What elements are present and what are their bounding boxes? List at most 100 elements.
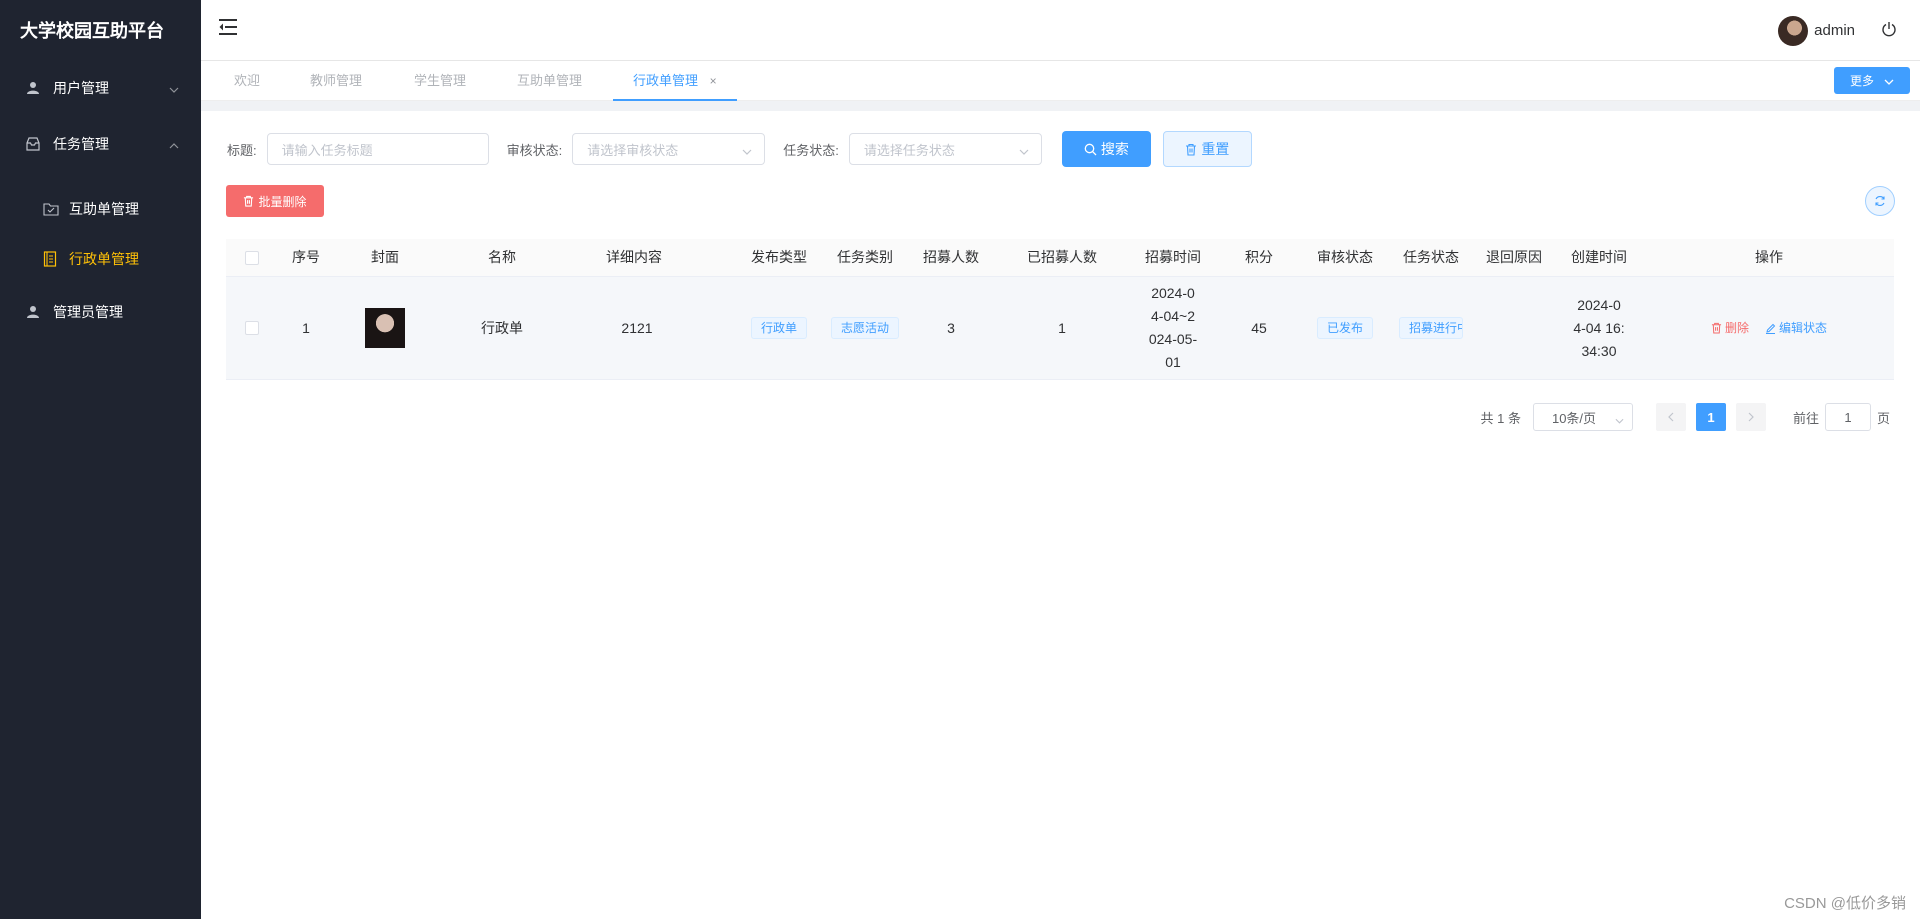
index-cell: 1 — [302, 319, 310, 336]
chevron-left-icon — [1668, 412, 1674, 422]
recruit-time-line: 01 — [1165, 354, 1181, 370]
audit-status-select[interactable]: 请选择审核状态 — [572, 133, 766, 165]
search-form: 标题: 请输入任务标题 审核状态: 请选择审核状态 任务状态: 请选择任务状态 … — [227, 131, 1252, 167]
table-header: 序号 封面 名称 详细内容 发布类型 任务类别 招募人数 已招募人数 招募时间 … — [226, 239, 1894, 277]
menu-toggle-icon[interactable] — [218, 18, 238, 39]
column-header[interactable]: 招募时间 — [1130, 239, 1216, 276]
page-number-current[interactable]: 1 — [1695, 403, 1726, 431]
search-label: 搜索 — [1100, 141, 1129, 157]
orders-table: 序号 封面 名称 详细内容 发布类型 任务类别 招募人数 已招募人数 招募时间 … — [226, 239, 1894, 380]
more-button[interactable]: 更多 — [1834, 67, 1910, 94]
chevron-down-icon — [1884, 74, 1894, 88]
delete-button[interactable]: 删除 — [1711, 317, 1749, 340]
user-icon — [25, 304, 41, 320]
chevron-down-icon — [1615, 412, 1624, 427]
column-header[interactable]: 招募人数 — [908, 239, 994, 276]
task-status-select[interactable]: 请选择任务状态 — [848, 133, 1042, 165]
task-status-label: 任务状态: — [783, 142, 839, 158]
user-icon — [25, 80, 41, 96]
tab-admin-orders[interactable]: 行政单管理 × — [613, 61, 737, 101]
column-header[interactable]: 退回原因 — [1474, 239, 1554, 276]
column-header[interactable]: 创建时间 — [1554, 239, 1644, 276]
recruit-count-cell: 3 — [947, 319, 955, 336]
audit-status-label: 审核状态: — [506, 142, 563, 158]
edit-status-button[interactable]: 编辑状态 — [1765, 317, 1827, 340]
row-select-cell — [226, 277, 278, 379]
cover-image[interactable] — [365, 308, 405, 348]
pagination: 共 1 条 10条/页 1 前往 1 页 — [1480, 403, 1890, 431]
name-cell: 行政单 — [481, 319, 523, 336]
next-page-button[interactable] — [1735, 403, 1766, 431]
column-header[interactable]: 详细内容 — [568, 239, 700, 276]
sidebar-item-label: 任务管理 — [53, 136, 109, 152]
header: admin — [201, 0, 1920, 61]
column-header[interactable]: 操作 — [1644, 239, 1894, 276]
column-header[interactable]: 积分 — [1216, 239, 1302, 276]
column-header[interactable]: 序号 — [278, 239, 334, 276]
close-icon[interactable]: × — [710, 74, 717, 88]
column-header[interactable]: 任务类别 — [822, 239, 908, 276]
total-count: 共 1 条 — [1480, 410, 1521, 426]
refresh-icon — [1874, 195, 1886, 207]
sidebar-item-label: 互助单管理 — [69, 201, 139, 217]
category-cell: 志愿活动 — [822, 277, 908, 379]
chevron-down-icon — [1019, 143, 1029, 158]
sidebar-item-task-management[interactable]: 任务管理 — [0, 116, 201, 172]
user-menu[interactable]: admin — [1778, 0, 1897, 61]
select-all-checkbox[interactable] — [245, 250, 259, 265]
batch-delete-button[interactable]: 批量删除 — [226, 185, 324, 217]
task-status-cell: 招募进行中 — [1388, 277, 1474, 379]
column-header[interactable]: 发布类型 — [736, 239, 822, 276]
recruit-time-line: 024-05- — [1148, 331, 1198, 347]
row-checkbox[interactable] — [245, 321, 259, 335]
power-icon[interactable] — [1881, 21, 1897, 40]
sidebar-item-mutual-aid-orders[interactable]: 互助单管理 — [0, 184, 201, 234]
column-header[interactable]: 名称 — [436, 239, 568, 276]
page-size-select[interactable]: 10条/页 — [1532, 403, 1633, 431]
refresh-button[interactable] — [1865, 186, 1895, 216]
prev-page-button[interactable] — [1655, 403, 1686, 431]
table-row[interactable]: 1 行政单 2121 行政单 志愿活动 3 1 2024-0 4-04~2 02… — [226, 277, 1894, 380]
trash-icon — [243, 195, 254, 207]
page-suffix: 页 — [1876, 410, 1890, 426]
column-header[interactable]: 任务状态 — [1388, 239, 1474, 276]
reset-label: 重置 — [1201, 141, 1230, 157]
main-content: 标题: 请输入任务标题 审核状态: 请选择审核状态 任务状态: 请选择任务状态 … — [201, 111, 1920, 919]
chevron-up-icon — [169, 136, 179, 152]
sidebar-item-admin-orders[interactable]: 行政单管理 — [0, 234, 201, 284]
category-tag: 志愿活动 — [830, 317, 899, 339]
goto-page-input[interactable]: 1 — [1824, 403, 1871, 431]
tabs-bar: 欢迎 教师管理 学生管理 互助单管理 行政单管理 × 更多 — [201, 61, 1920, 101]
inbox-icon — [25, 136, 41, 152]
tab-mutual-aid[interactable]: 互助单管理 — [517, 61, 582, 101]
sidebar-item-user-management[interactable]: 用户管理 — [0, 60, 201, 116]
delete-label: 删除 — [1724, 320, 1749, 335]
audit-status-cell: 已发布 — [1302, 277, 1388, 379]
batch-delete-label: 批量删除 — [258, 194, 307, 209]
tab-students[interactable]: 学生管理 — [414, 61, 466, 101]
publish-type-cell: 行政单 — [736, 277, 822, 379]
notebook-icon — [43, 251, 59, 267]
content-separator — [201, 101, 1920, 111]
return-reason-cell — [1474, 277, 1554, 379]
created-time-line: 34:30 — [1581, 342, 1617, 359]
folder-icon — [43, 201, 59, 217]
search-button[interactable]: 搜索 — [1061, 131, 1151, 167]
sidebar-item-admin-management[interactable]: 管理员管理 — [0, 284, 201, 340]
detail-cell: 2121 — [621, 319, 653, 336]
column-header[interactable]: 封面 — [334, 239, 436, 276]
sidebar-item-label: 管理员管理 — [53, 304, 123, 320]
select-all-cell — [226, 239, 278, 276]
watermark: CSDN @低价多销 — [1784, 895, 1906, 912]
edit-icon — [1765, 323, 1776, 334]
column-header[interactable]: 审核状态 — [1302, 239, 1388, 276]
reset-button[interactable]: 重置 — [1162, 131, 1252, 167]
column-header[interactable]: 已招募人数 — [994, 239, 1130, 276]
tab-welcome[interactable]: 欢迎 — [234, 61, 260, 101]
tab-teachers[interactable]: 教师管理 — [310, 61, 362, 101]
title-search-input[interactable]: 请输入任务标题 — [266, 133, 489, 165]
username[interactable]: admin — [1814, 22, 1855, 39]
avatar[interactable] — [1778, 15, 1809, 46]
created-time-line: 4-04 16: — [1573, 319, 1625, 336]
trash-icon — [1711, 322, 1722, 334]
